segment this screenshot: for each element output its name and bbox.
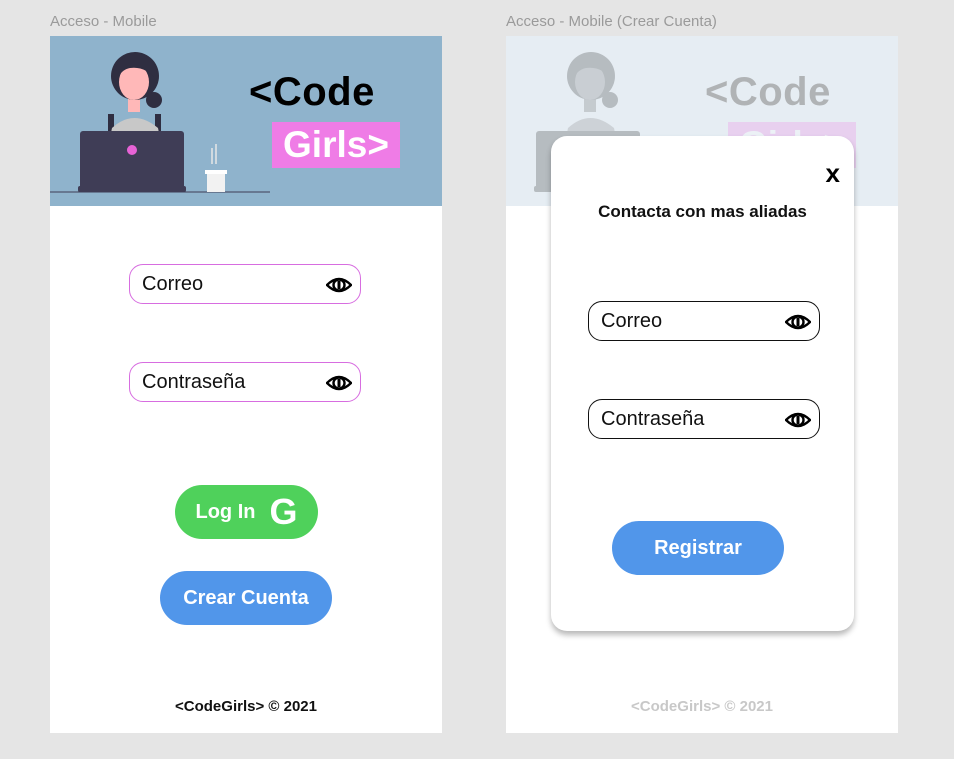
password-input[interactable] <box>601 407 771 431</box>
footer-copyright: <CodeGirls> © 2021 <box>175 698 317 715</box>
close-icon[interactable]: x <box>826 158 840 189</box>
create-account-button[interactable]: Crear Cuenta <box>160 571 332 625</box>
email-field[interactable] <box>588 301 820 341</box>
hero-banner: <Code Girls> <box>50 36 442 206</box>
eye-icon[interactable] <box>326 274 352 296</box>
eye-icon[interactable] <box>785 311 811 333</box>
email-input[interactable] <box>142 272 312 296</box>
register-button[interactable]: Registrar <box>612 521 784 575</box>
password-field[interactable] <box>129 362 361 402</box>
email-input[interactable] <box>601 309 771 333</box>
create-account-modal: x Contacta con mas aliadas Registrar <box>551 136 854 631</box>
login-label: Log In <box>195 500 256 523</box>
brand-code-text: <Code <box>705 70 831 114</box>
login-screen: <Code Girls> Log In G Crear Cuenta <Code… <box>50 36 442 733</box>
modal-title: Contacta con mas aliadas <box>598 202 807 221</box>
create-account-screen: <Code Girls> <CodeGirls> © 2021 x Contac… <box>506 36 898 733</box>
footer-copyright: <CodeGirls> © 2021 <box>631 698 773 715</box>
frame-label-create-account: Acceso - Mobile (Crear Cuenta) <box>506 13 717 30</box>
eye-icon[interactable] <box>326 372 352 394</box>
password-field[interactable] <box>588 399 820 439</box>
google-g-icon: G <box>269 491 298 532</box>
frame-label-login: Acceso - Mobile <box>50 13 157 30</box>
password-input[interactable] <box>142 370 312 394</box>
brand-girls-badge: Girls> <box>272 122 400 168</box>
login-button[interactable]: Log In G <box>175 485 318 539</box>
brand-code-text: <Code <box>249 70 375 114</box>
woman-laptop-illustration <box>50 52 270 193</box>
eye-icon[interactable] <box>785 409 811 431</box>
email-field[interactable] <box>129 264 361 304</box>
